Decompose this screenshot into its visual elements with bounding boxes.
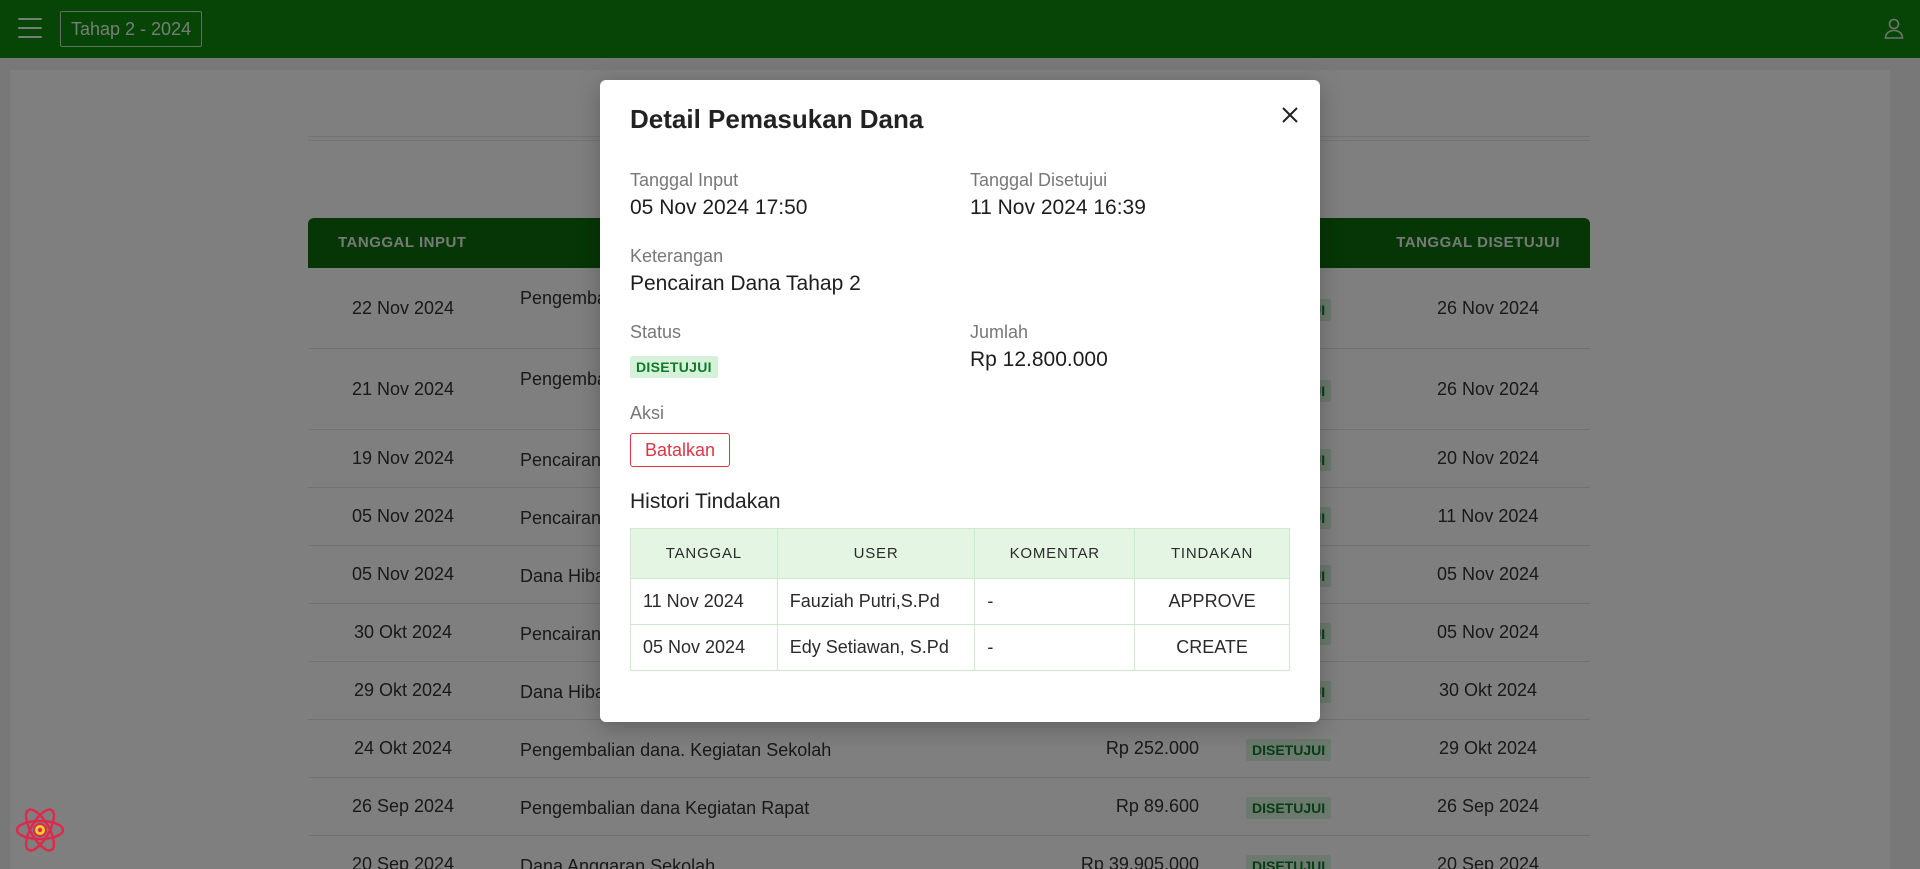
history-date: 05 Nov 2024 [630, 624, 778, 671]
status-label: Status [630, 322, 682, 342]
tanggal-disetujui-label: Tanggal Disetujui [970, 170, 1108, 190]
history-title: Histori Tindakan [630, 490, 781, 513]
history-date: 11 Nov 2024 [630, 578, 778, 625]
column-header-komentar: KOMENTAR [974, 528, 1136, 579]
history-action: CREATE [1134, 624, 1290, 671]
aksi-label: Aksi [630, 403, 665, 423]
history-action: APPROVE [1134, 578, 1290, 625]
column-header-user: USER [776, 528, 976, 579]
jumlah-label: Jumlah [970, 322, 1029, 342]
modal-title: Detail Pemasukan Dana [630, 104, 924, 134]
keterangan-label: Keterangan [630, 246, 724, 266]
table-row: 05 Nov 2024 Edy Setiawan, S.Pd - CREATE [630, 624, 1290, 671]
react-icon[interactable] [14, 806, 66, 854]
jumlah-value: Rp 12.800.000 [970, 348, 1108, 371]
history-comment: - [974, 578, 1136, 625]
column-header-tindakan: TINDAKAN [1134, 528, 1290, 579]
history-user: Edy Setiawan, S.Pd [776, 624, 976, 671]
table-row: 11 Nov 2024 Fauziah Putri,S.Pd - APPROVE [630, 578, 1290, 625]
detail-modal: Detail Pemasukan Dana Tanggal Input 05 N… [600, 80, 1320, 722]
close-icon[interactable] [1275, 100, 1305, 130]
column-header-tanggal: TANGGAL [630, 528, 778, 579]
history-table: TANGGAL USER KOMENTAR TINDAKAN 11 Nov 20… [630, 528, 1290, 671]
status-badge: DISETUJUI [630, 356, 718, 378]
history-comment: - [974, 624, 1136, 671]
keterangan-value: Pencairan Dana Tahap 2 [630, 272, 861, 295]
tanggal-disetujui-value: 11 Nov 2024 16:39 [970, 196, 1146, 219]
tanggal-input-value: 05 Nov 2024 17:50 [630, 196, 808, 219]
cancel-button[interactable]: Batalkan [630, 433, 731, 467]
history-user: Fauziah Putri,S.Pd [776, 578, 976, 625]
tanggal-input-label: Tanggal Input [630, 170, 739, 190]
